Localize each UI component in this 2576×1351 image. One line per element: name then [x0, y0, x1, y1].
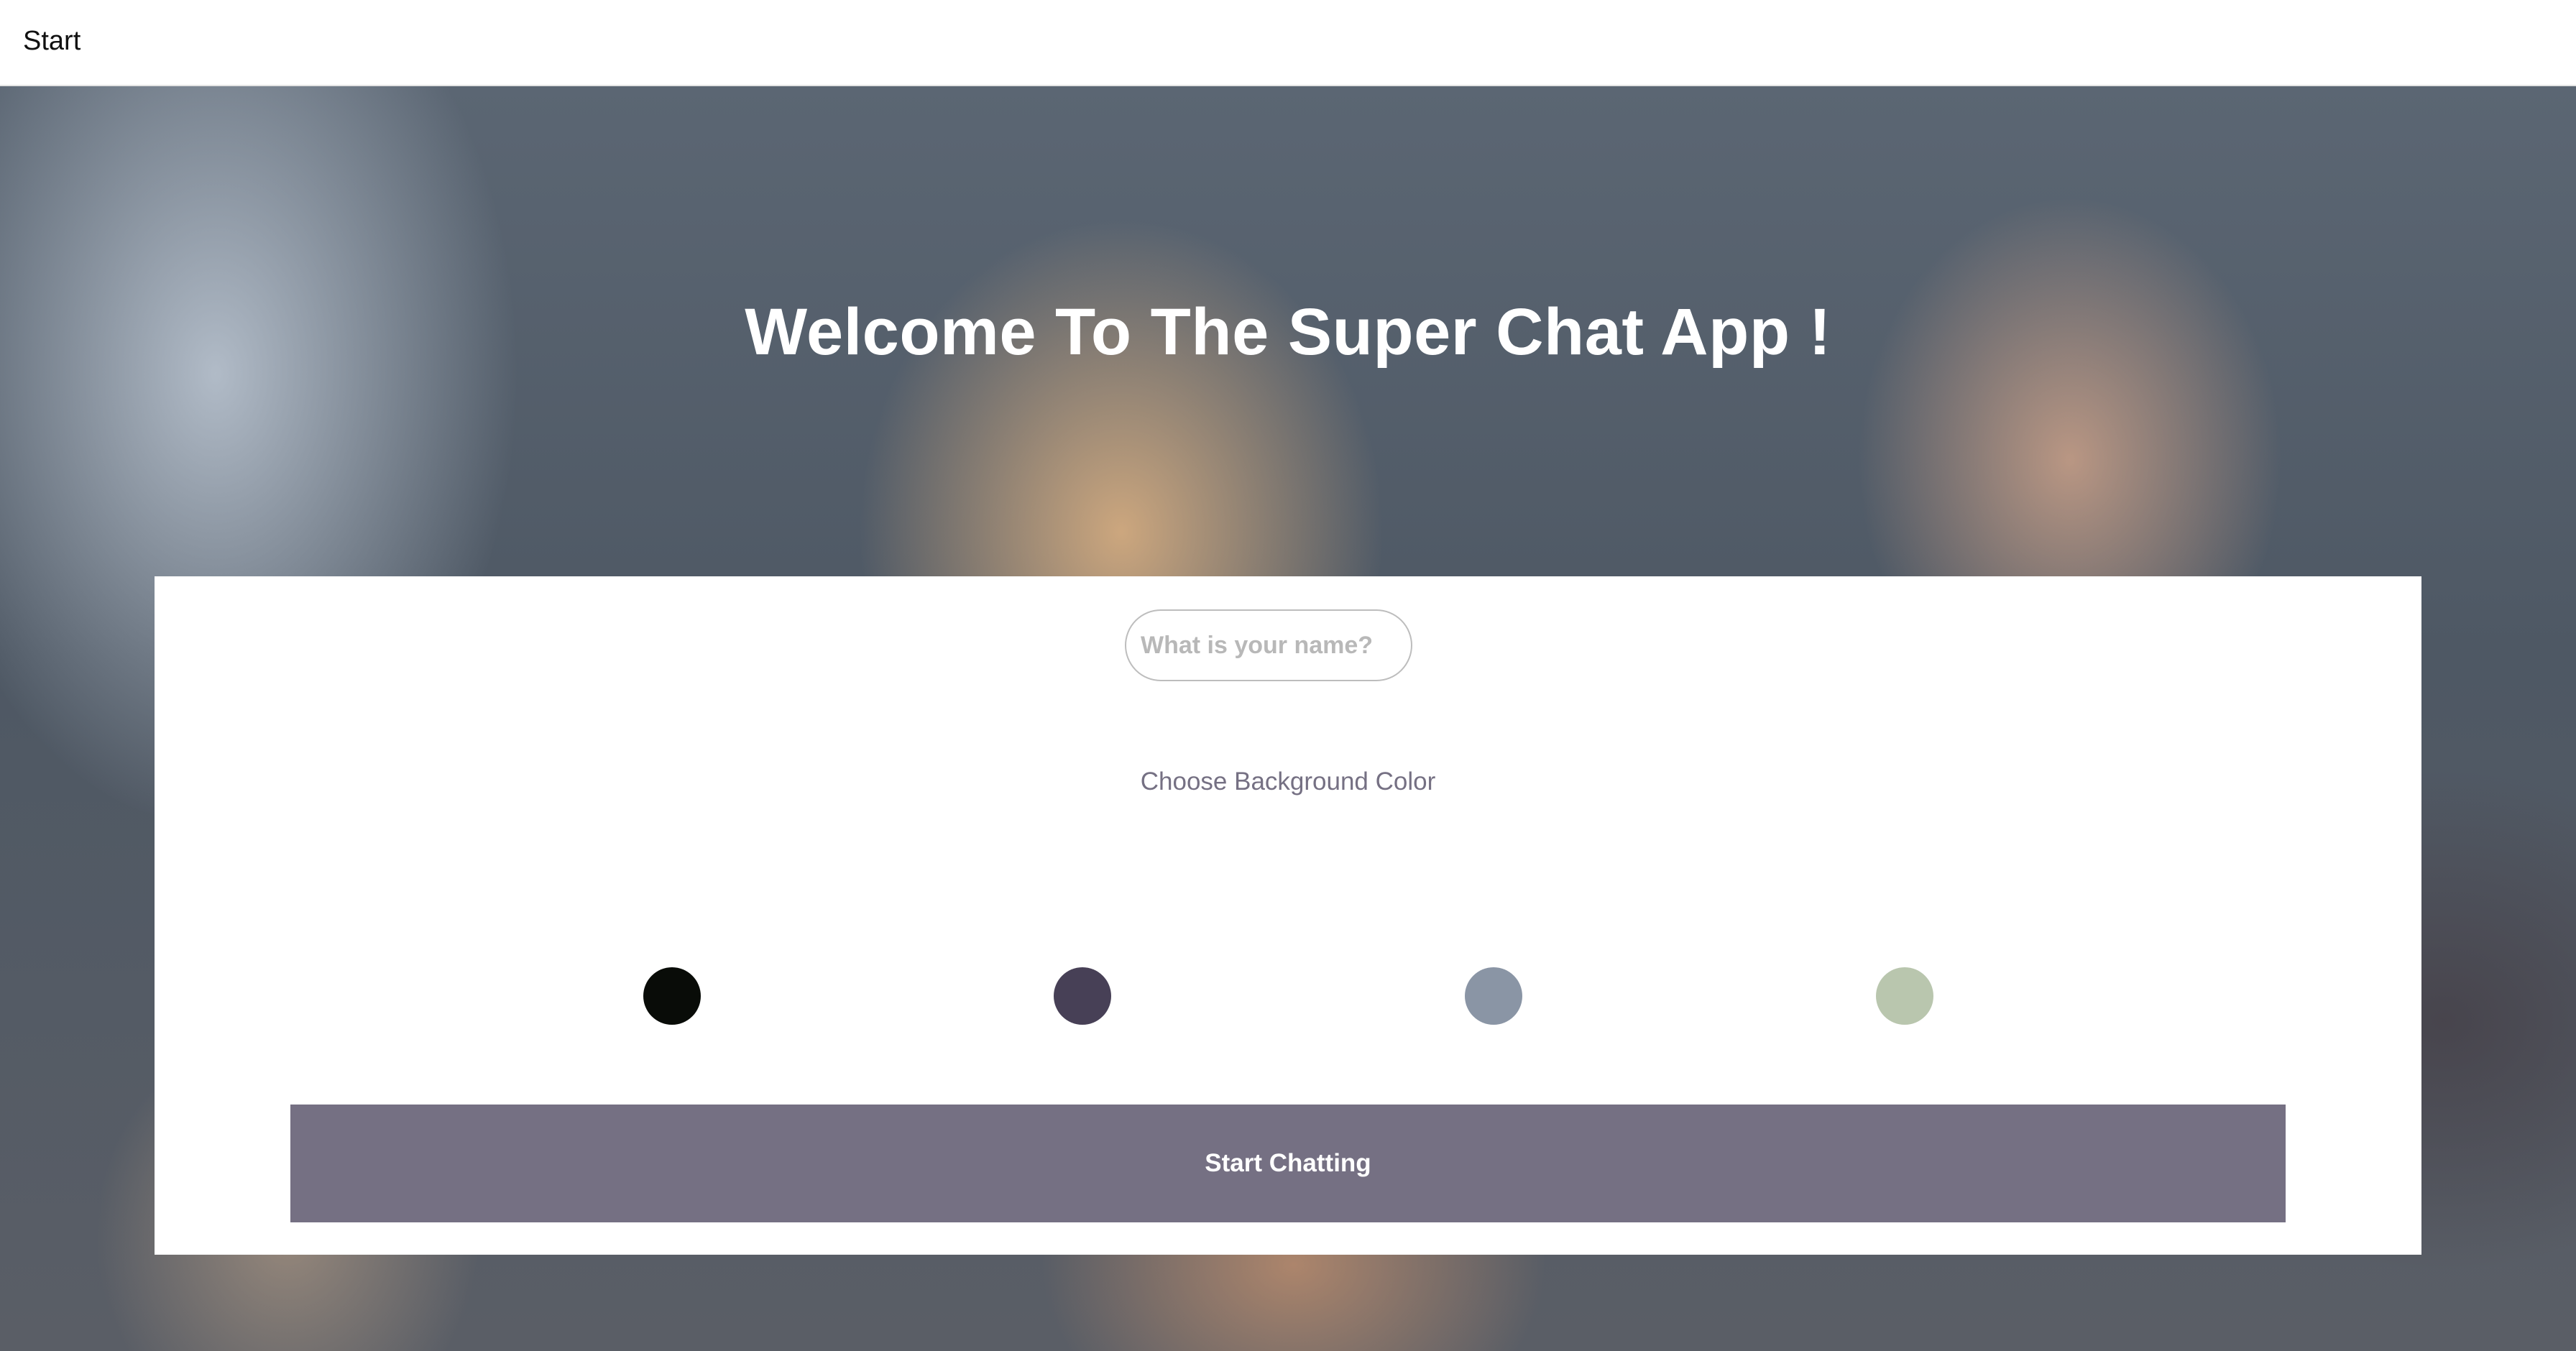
start-chatting-button[interactable]: Start Chatting	[290, 1105, 2286, 1222]
navigation-bar: Start	[0, 0, 2576, 86]
color-option-black[interactable]	[643, 967, 701, 1025]
choose-color-label: Choose Background Color	[1140, 767, 1436, 796]
start-form-card: Choose Background Color Start Chatting	[155, 576, 2421, 1255]
hero-background-image: Welcome To The Super Chat App ! Choose B…	[0, 86, 2576, 1351]
nav-title: Start	[23, 26, 81, 56]
app-title: Welcome To The Super Chat App !	[745, 295, 1831, 369]
color-option-green[interactable]	[1876, 967, 1933, 1025]
color-option-grey[interactable]	[1465, 967, 1522, 1025]
color-option-purple[interactable]	[1054, 967, 1111, 1025]
name-input[interactable]	[1125, 609, 1412, 681]
